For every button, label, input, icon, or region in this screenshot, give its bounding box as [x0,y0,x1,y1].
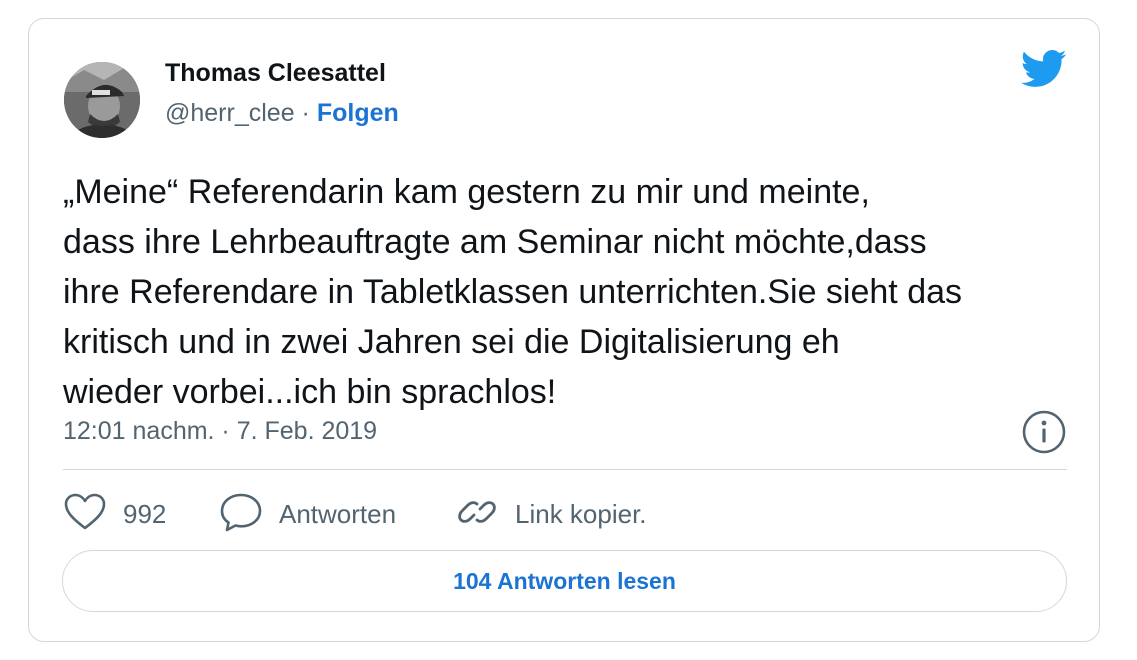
author-handle[interactable]: @herr_clee [165,99,295,127]
reply-label: Antworten [279,498,397,529]
speech-bubble-icon [219,491,263,538]
divider [63,469,1067,470]
reply-button[interactable]: Antworten [219,491,396,537]
avatar[interactable] [64,62,140,138]
read-replies-button[interactable]: 104 Antworten lesen [62,550,1067,612]
copy-link-label: Link kopier. [515,498,647,529]
copy-link-button[interactable]: Link kopier. [455,491,647,537]
avatar-image [64,62,140,138]
like-count: 992 [123,498,167,529]
author-name[interactable]: Thomas Cleesattel [165,59,386,88]
link-icon [455,490,499,539]
like-button[interactable]: 992 [63,491,166,537]
heart-icon [63,492,107,537]
twitter-bird-icon[interactable] [1020,49,1067,89]
tweet-card: Thomas Cleesattel @herr_clee · Folgen „M… [28,18,1100,642]
follow-button[interactable]: Folgen [317,99,399,127]
meta-separator: · [294,99,317,127]
tweet-timestamp[interactable]: 12:01 nachm. · 7. Feb. 2019 [63,417,377,446]
author-meta: @herr_clee · Folgen [165,99,399,128]
tweet-text: „Meine“ Referendarin kam gestern zu mir … [63,173,963,411]
info-icon[interactable] [1021,409,1067,455]
